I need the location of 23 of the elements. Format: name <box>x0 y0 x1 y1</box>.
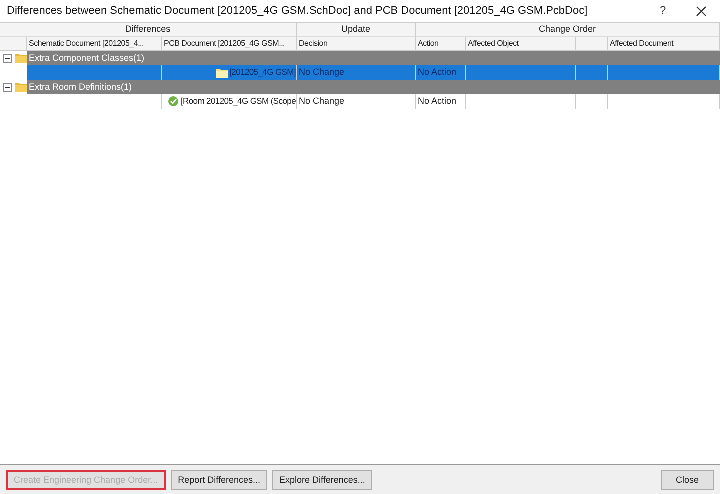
table-cell-text: [201205_4G GSM] <box>230 66 296 79</box>
table-cell: No Change <box>297 94 416 109</box>
column-header[interactable]: Affected Object <box>466 37 576 51</box>
group-label[interactable]: Extra Component Classes(1) <box>27 51 720 65</box>
dialog-button[interactable]: Close <box>660 470 714 490</box>
column-group-header: Differences <box>0 23 297 37</box>
column-header[interactable]: PCB Document [201205_4G GSM... <box>162 37 297 51</box>
help-button[interactable]: ? <box>644 0 682 22</box>
column-header[interactable]: Decision <box>297 37 416 51</box>
column-header[interactable]: Schematic Document [201205_4... <box>27 37 162 51</box>
column-header[interactable]: Action <box>416 37 466 51</box>
group-label[interactable]: Extra Room Definitions(1) <box>27 80 720 94</box>
dialog-button[interactable]: Explore Differences... <box>272 470 372 490</box>
table-cell: No Action <box>416 94 466 109</box>
table-cell: No Action <box>416 65 466 80</box>
table-row[interactable]: [Room 201205_4G GSM (Scope No Change No Action <box>0 94 720 109</box>
table-cell-text: [Room 201205_4G GSM (Scope <box>180 95 296 108</box>
column-group-header: Change Order <box>416 23 720 37</box>
table-cell: No Change <box>297 65 416 80</box>
column-header[interactable]: Affected Document <box>608 37 720 51</box>
dialog-button[interactable]: Report Differences... <box>171 470 268 490</box>
window-title: Differences between Schematic Document [201205_4G GSM.SchDoc] and PCB Document [201205_4G GSM.PcbDoc] <box>7 5 589 17</box>
column-group-header: Update <box>297 23 416 37</box>
